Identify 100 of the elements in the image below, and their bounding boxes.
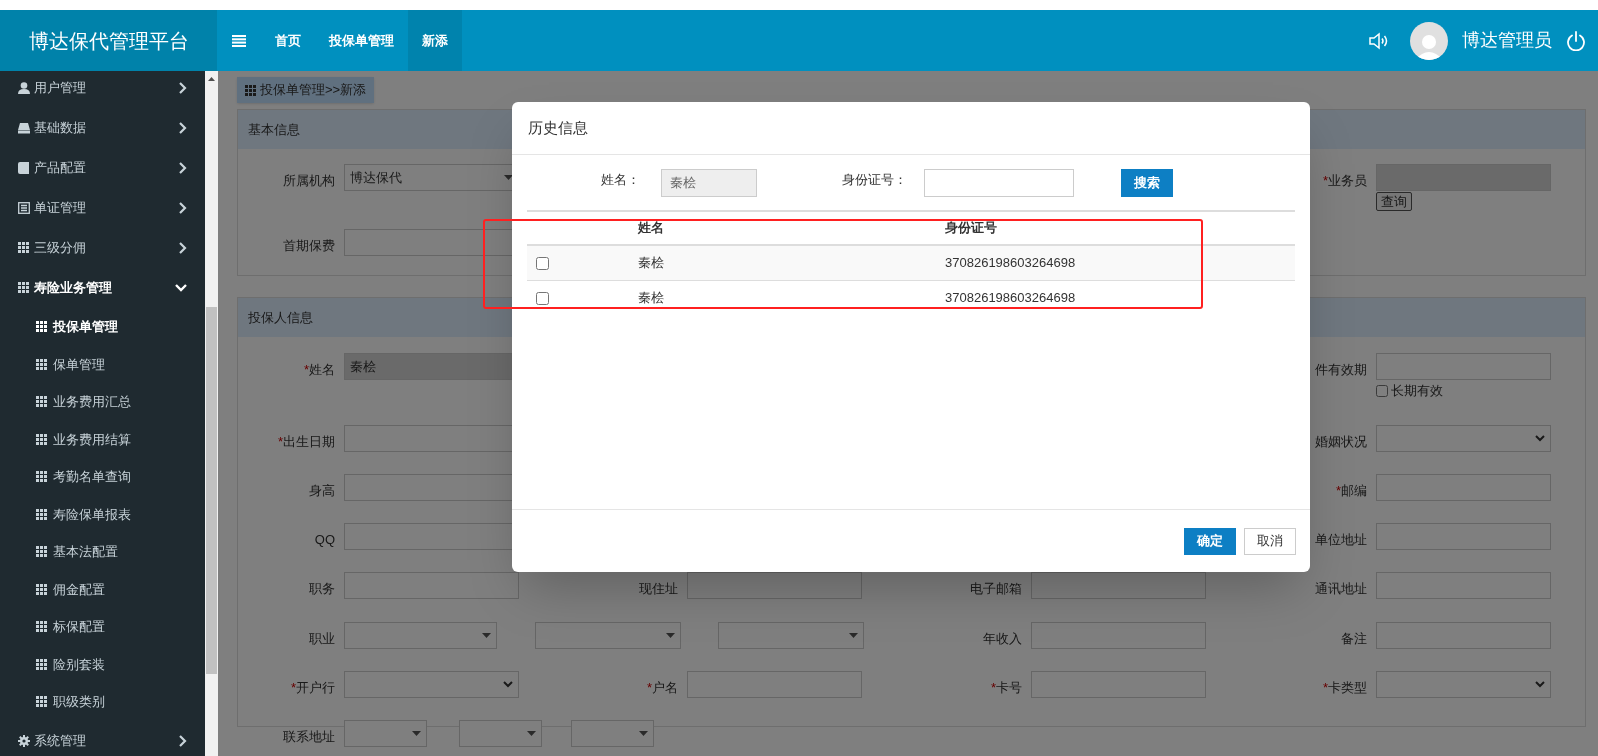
sidebar-item[interactable]: 基础数据	[0, 108, 205, 148]
select-field[interactable]	[535, 621, 681, 649]
sidebar-subitem[interactable]: 投保单管理	[0, 308, 205, 346]
grid-icon	[36, 471, 47, 483]
nav-tab[interactable]: 投保单管理	[315, 10, 408, 71]
select-field[interactable]	[344, 670, 519, 698]
input-field[interactable]	[1376, 473, 1551, 501]
field-label: 姓名	[309, 361, 335, 379]
sidebar-subitem[interactable]: 佣金配置	[0, 570, 205, 608]
scrollbar[interactable]	[205, 71, 218, 756]
select-field[interactable]	[571, 719, 654, 747]
scroll-up-icon[interactable]	[208, 77, 215, 81]
input-field[interactable]	[1031, 670, 1206, 698]
select-field[interactable]	[344, 621, 497, 649]
sidebar-item[interactable]: 寿险业务管理	[0, 268, 205, 308]
input-field[interactable]	[1376, 571, 1551, 599]
sidebar-subitem[interactable]: 职级类别	[0, 683, 205, 721]
user-name: 博达管理员	[1462, 29, 1552, 52]
sidebar-item[interactable]: 产品配置	[0, 148, 205, 188]
chevron-right-icon	[179, 162, 187, 174]
input-field[interactable]	[1376, 522, 1551, 550]
grid-icon	[36, 583, 47, 595]
cancel-button[interactable]: 取消	[1244, 527, 1296, 555]
field-label: 职业	[309, 629, 335, 648]
input-field[interactable]	[1031, 571, 1206, 599]
field-label: 备注	[1341, 629, 1367, 648]
select-field[interactable]	[344, 719, 427, 747]
checkbox[interactable]	[1376, 384, 1388, 397]
grid-icon	[245, 84, 256, 96]
field-label: 身高	[309, 481, 335, 500]
required-mark: *	[990, 678, 996, 697]
field-label: QQ	[314, 530, 335, 549]
input-field[interactable]	[1376, 621, 1551, 649]
input-field[interactable]	[1376, 353, 1551, 380]
grid-icon	[36, 508, 47, 520]
chevron-right-icon	[179, 202, 187, 214]
chevron-right-icon	[179, 82, 187, 94]
sidebar-subitem[interactable]: 标保配置	[0, 608, 205, 646]
field-label: 职务	[309, 579, 335, 598]
sidebar-subitem[interactable]: 基本法配置	[0, 533, 205, 571]
grid-icon	[36, 396, 47, 408]
sidebar-subitem[interactable]: 险别套装	[0, 645, 205, 683]
id-number-field[interactable]	[924, 168, 1074, 197]
field-label: 单位地址	[1315, 530, 1367, 549]
chevron-right-icon	[179, 242, 187, 254]
select-field[interactable]	[1376, 670, 1551, 698]
caret-down-icon	[527, 730, 536, 736]
grid-icon	[36, 546, 47, 558]
field-label: 姓名：	[601, 170, 641, 189]
grid-icon	[36, 358, 47, 370]
required-mark: *	[277, 432, 283, 451]
select-field[interactable]	[1376, 424, 1551, 452]
column-header: 姓名	[638, 212, 945, 245]
required-mark: *	[1335, 481, 1341, 500]
caret-down-icon	[412, 730, 421, 736]
sidebar-item[interactable]: 用户管理	[0, 71, 205, 108]
scrollbar-thumb[interactable]	[206, 307, 217, 674]
search-button[interactable]: 搜索	[1121, 168, 1173, 197]
sidebar-subitem[interactable]: 寿险保单报表	[0, 495, 205, 533]
grid-icon	[36, 696, 47, 708]
field-label: 卡号	[996, 678, 1022, 697]
sidebar-subitem[interactable]: 考勤名单查询	[0, 458, 205, 496]
nav-tab[interactable]: 首页	[261, 10, 315, 71]
field-label: 卡类型	[1328, 678, 1367, 697]
field-label: 首期保费	[283, 237, 335, 255]
sidebar-subitem[interactable]: 业务费用汇总	[0, 383, 205, 421]
chevron-down-icon	[175, 284, 187, 292]
column-header: 身份证号	[945, 212, 1295, 245]
confirm-button[interactable]: 确定	[1184, 527, 1236, 555]
field-label: 电子邮箱	[970, 579, 1022, 598]
sidebar-item[interactable]: 系统管理	[0, 720, 205, 756]
select-field[interactable]	[459, 719, 542, 747]
sidebar-item[interactable]: 单证管理	[0, 188, 205, 228]
sidebar-subitem[interactable]: 业务费用结算	[0, 420, 205, 458]
row-checkbox[interactable]	[536, 257, 549, 271]
input-field[interactable]	[687, 571, 862, 599]
input-field[interactable]	[344, 571, 519, 599]
field-label: 邮编	[1341, 481, 1367, 500]
power-icon	[1566, 30, 1586, 51]
input-field[interactable]	[687, 670, 862, 698]
input-field[interactable]	[1031, 621, 1206, 649]
query-button[interactable]: 查询	[1376, 192, 1412, 211]
sidebar-subitem[interactable]: 保单管理	[0, 345, 205, 383]
drive-icon	[18, 122, 30, 134]
nav-tab[interactable]: 新添	[408, 10, 462, 71]
row-checkbox[interactable]	[536, 292, 549, 306]
name-field[interactable]: 秦桧	[661, 168, 757, 197]
required-mark: *	[646, 678, 652, 697]
chevron-right-icon	[179, 122, 187, 134]
dialog-title: 历史信息	[512, 102, 1310, 155]
field-label: 出生日期	[283, 432, 335, 451]
caret-down-icon	[849, 632, 858, 638]
list-icon	[18, 202, 30, 214]
field-label: 年收入	[983, 629, 1022, 648]
required-mark: *	[1322, 678, 1328, 697]
select-field[interactable]	[718, 621, 864, 649]
chevron-right-icon	[179, 734, 187, 747]
chevron-down-icon	[1535, 434, 1545, 442]
field-label: 身份证号：	[842, 170, 908, 189]
sidebar-item[interactable]: 三级分佣	[0, 228, 205, 268]
